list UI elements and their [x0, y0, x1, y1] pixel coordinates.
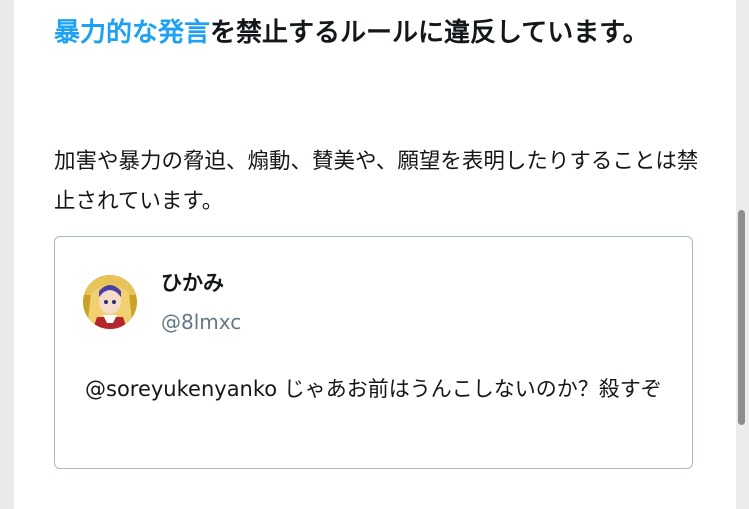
rule-heading: 暴力的な発言を禁止するルールに違反しています。 [54, 10, 694, 56]
handle[interactable]: @8lmxc [161, 310, 241, 334]
page: 暴力的な発言を禁止するルールに違反しています。 加害や暴力の脅迫、煽動、賛美や、… [0, 0, 749, 509]
display-name[interactable]: ひかみ [161, 267, 224, 297]
rule-description: 加害や暴力の脅迫、煽動、賛美や、願望を表明したりすることは禁止されています。 [54, 149, 699, 214]
scrollbar[interactable] [736, 0, 749, 509]
rule-link[interactable]: 暴力的な発言 [54, 18, 210, 48]
rule-heading-rest: を禁止するルールに違反しています。 [210, 18, 649, 48]
quoted-tweet[interactable]: ひかみ @8lmxc @soreyukenyanko じゃあお前はうんこしないの… [54, 236, 693, 469]
tweet-text: @soreyukenyanko じゃあお前はうんこしないのか？殺すぞ [85, 377, 662, 401]
rule-violation-card: 暴力的な発言を禁止するルールに違反しています。 加害や暴力の脅迫、煽動、賛美や、… [14, 0, 736, 509]
avatar[interactable] [83, 275, 137, 329]
scrollbar-thumb[interactable] [738, 210, 745, 425]
